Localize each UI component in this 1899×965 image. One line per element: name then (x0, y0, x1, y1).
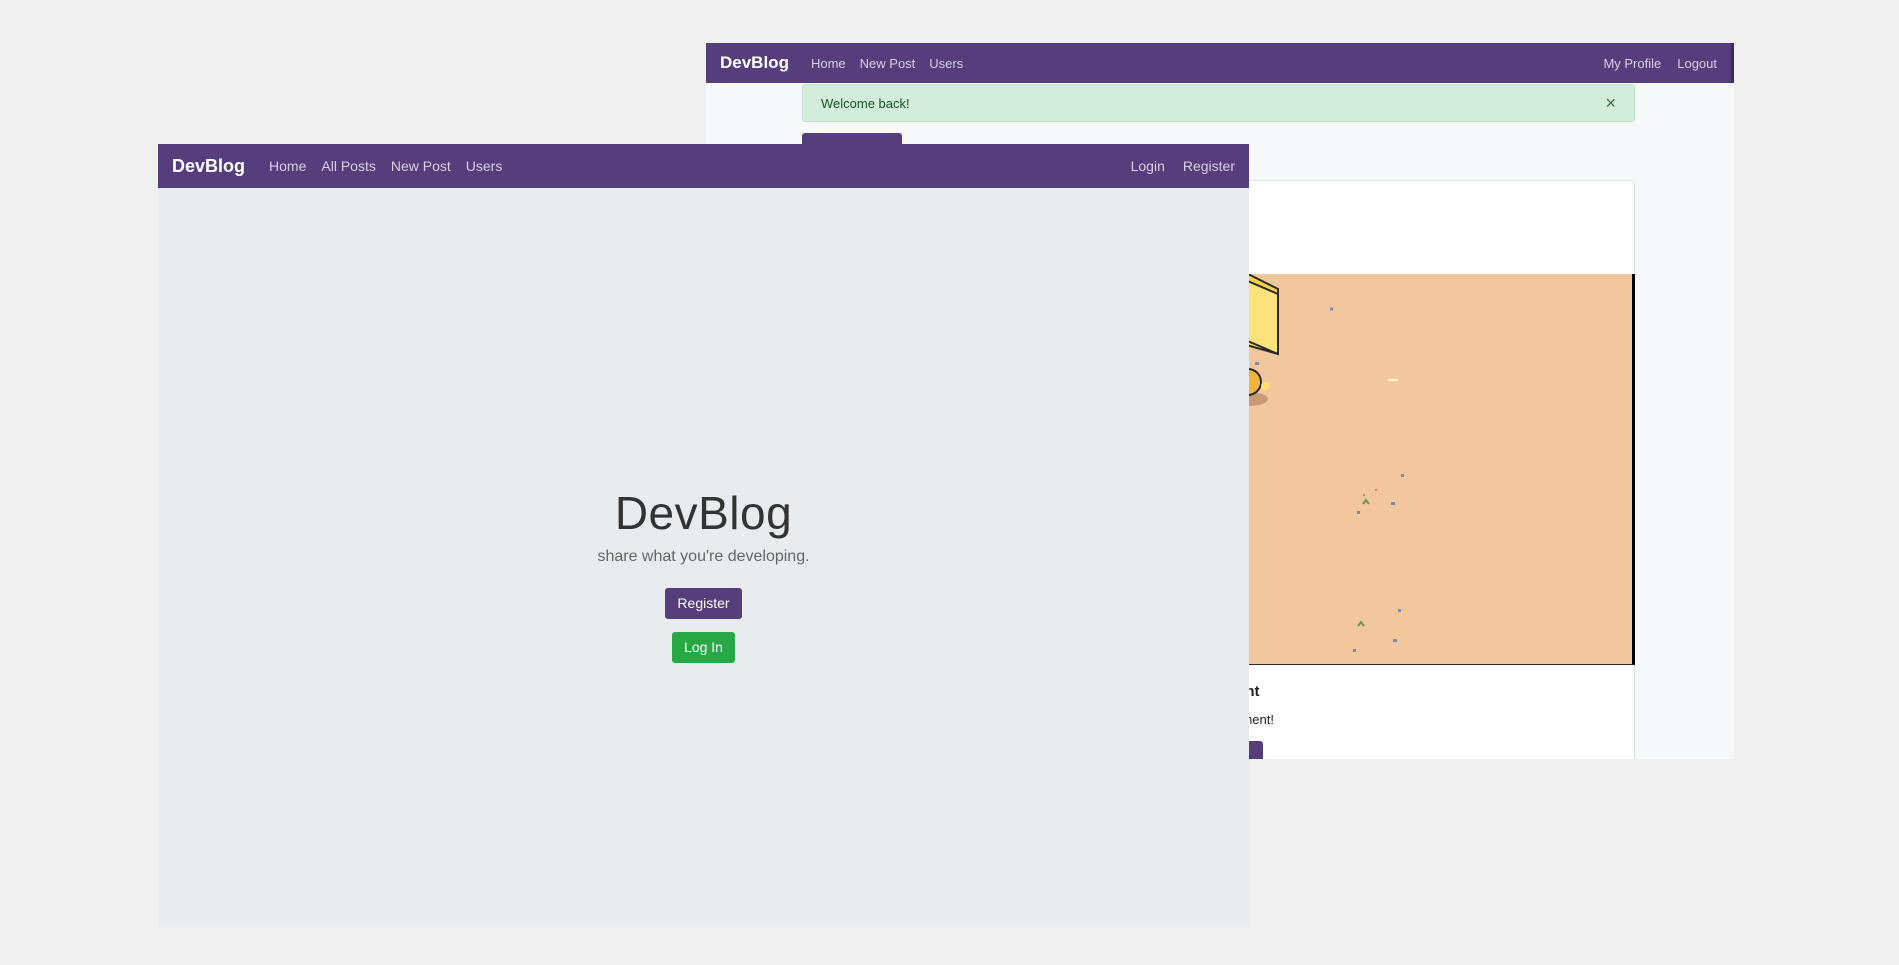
back-nav-new-post[interactable]: New Post (860, 56, 916, 71)
back-navbar-brand[interactable]: DevBlog (720, 53, 789, 73)
front-nav-register[interactable]: Register (1183, 158, 1235, 174)
close-icon[interactable]: × (1605, 93, 1616, 114)
back-nav-users[interactable]: Users (929, 56, 963, 71)
back-nav-home[interactable]: Home (811, 56, 846, 71)
front-nav-new-post[interactable]: New Post (391, 158, 451, 174)
back-nav-my-profile[interactable]: My Profile (1603, 56, 1661, 71)
hero-subtitle: share what you're developing. (597, 548, 810, 565)
front-nav-right: Login Register (1113, 158, 1235, 174)
back-nav-right: My Profile Logout (1587, 56, 1717, 71)
register-button[interactable]: Register (665, 588, 742, 619)
front-nav-login[interactable]: Login (1131, 158, 1165, 174)
foreground-browser-window: DevBlog Home All Posts New Post Users Lo… (158, 144, 1249, 927)
hero-section: DevBlog share what you're developing. Re… (158, 488, 1249, 663)
front-navbar: DevBlog Home All Posts New Post Users Lo… (158, 144, 1249, 188)
front-nav-all-posts[interactable]: All Posts (321, 158, 375, 174)
welcome-alert: Welcome back! × (802, 84, 1635, 122)
hero-title: DevBlog (614, 487, 793, 539)
back-navbar: DevBlog Home New Post Users My Profile L… (706, 43, 1734, 83)
back-nav-logout[interactable]: Logout (1677, 56, 1717, 71)
front-nav-users[interactable]: Users (466, 158, 503, 174)
front-nav-home[interactable]: Home (269, 158, 306, 174)
alert-message: Welcome back! (821, 95, 910, 111)
front-navbar-brand[interactable]: DevBlog (172, 156, 245, 177)
login-button[interactable]: Log In (672, 632, 735, 663)
